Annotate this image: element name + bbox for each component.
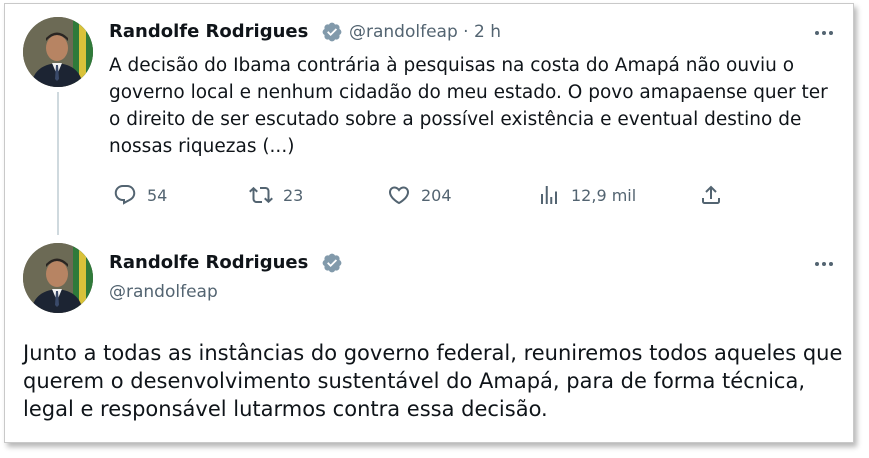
verified-badge-icon[interactable] bbox=[321, 21, 343, 43]
author-name[interactable]: Randolfe Rodrigues bbox=[109, 21, 308, 42]
like-count: 204 bbox=[421, 185, 452, 205]
author-name[interactable]: Randolfe Rodrigues bbox=[109, 252, 308, 273]
retweet-icon bbox=[249, 186, 273, 204]
avatar-image bbox=[23, 243, 93, 313]
reply-button[interactable]: 54 bbox=[113, 180, 167, 210]
retweet-button[interactable]: 23 bbox=[249, 180, 303, 210]
views-chart-icon bbox=[541, 186, 557, 204]
author-handle[interactable]: @randolfeap bbox=[109, 282, 218, 302]
views-button[interactable]: 12,9 mil bbox=[537, 180, 636, 210]
share-icon bbox=[702, 185, 720, 204]
author-avatar[interactable] bbox=[23, 243, 93, 313]
more-options-icon[interactable] bbox=[811, 23, 837, 43]
heart-icon bbox=[388, 186, 410, 205]
author-avatar[interactable] bbox=[23, 17, 93, 87]
tweet-timestamp[interactable]: 2 h bbox=[474, 22, 501, 42]
verified-badge-icon[interactable] bbox=[321, 252, 343, 274]
reply-count: 54 bbox=[147, 185, 168, 205]
tweet-meta: @randolfeap · 2 h bbox=[349, 22, 501, 42]
retweet-count: 23 bbox=[283, 185, 304, 205]
meta-separator: · bbox=[457, 22, 474, 42]
reply-icon bbox=[114, 185, 136, 205]
more-options-icon[interactable] bbox=[811, 254, 837, 274]
like-button[interactable]: 204 bbox=[387, 180, 452, 210]
tweet-text: A decisão do Ibama contrária à pesquisas… bbox=[109, 55, 828, 157]
views-count: 12,9 mil bbox=[571, 185, 637, 205]
tweet-action-bar: 54 23 204 12,9 mil bbox=[109, 180, 729, 210]
tweet-text: Junto a todas as instâncias do governo f… bbox=[23, 341, 843, 421]
tweet-thread-card: Randolfe Rodrigues @randolfeap · 2 h A d… bbox=[4, 3, 854, 443]
author-handle[interactable]: @randolfeap bbox=[349, 22, 458, 42]
avatar-image bbox=[23, 17, 93, 87]
thread-connector-line bbox=[57, 92, 59, 235]
share-button[interactable] bbox=[699, 180, 723, 210]
